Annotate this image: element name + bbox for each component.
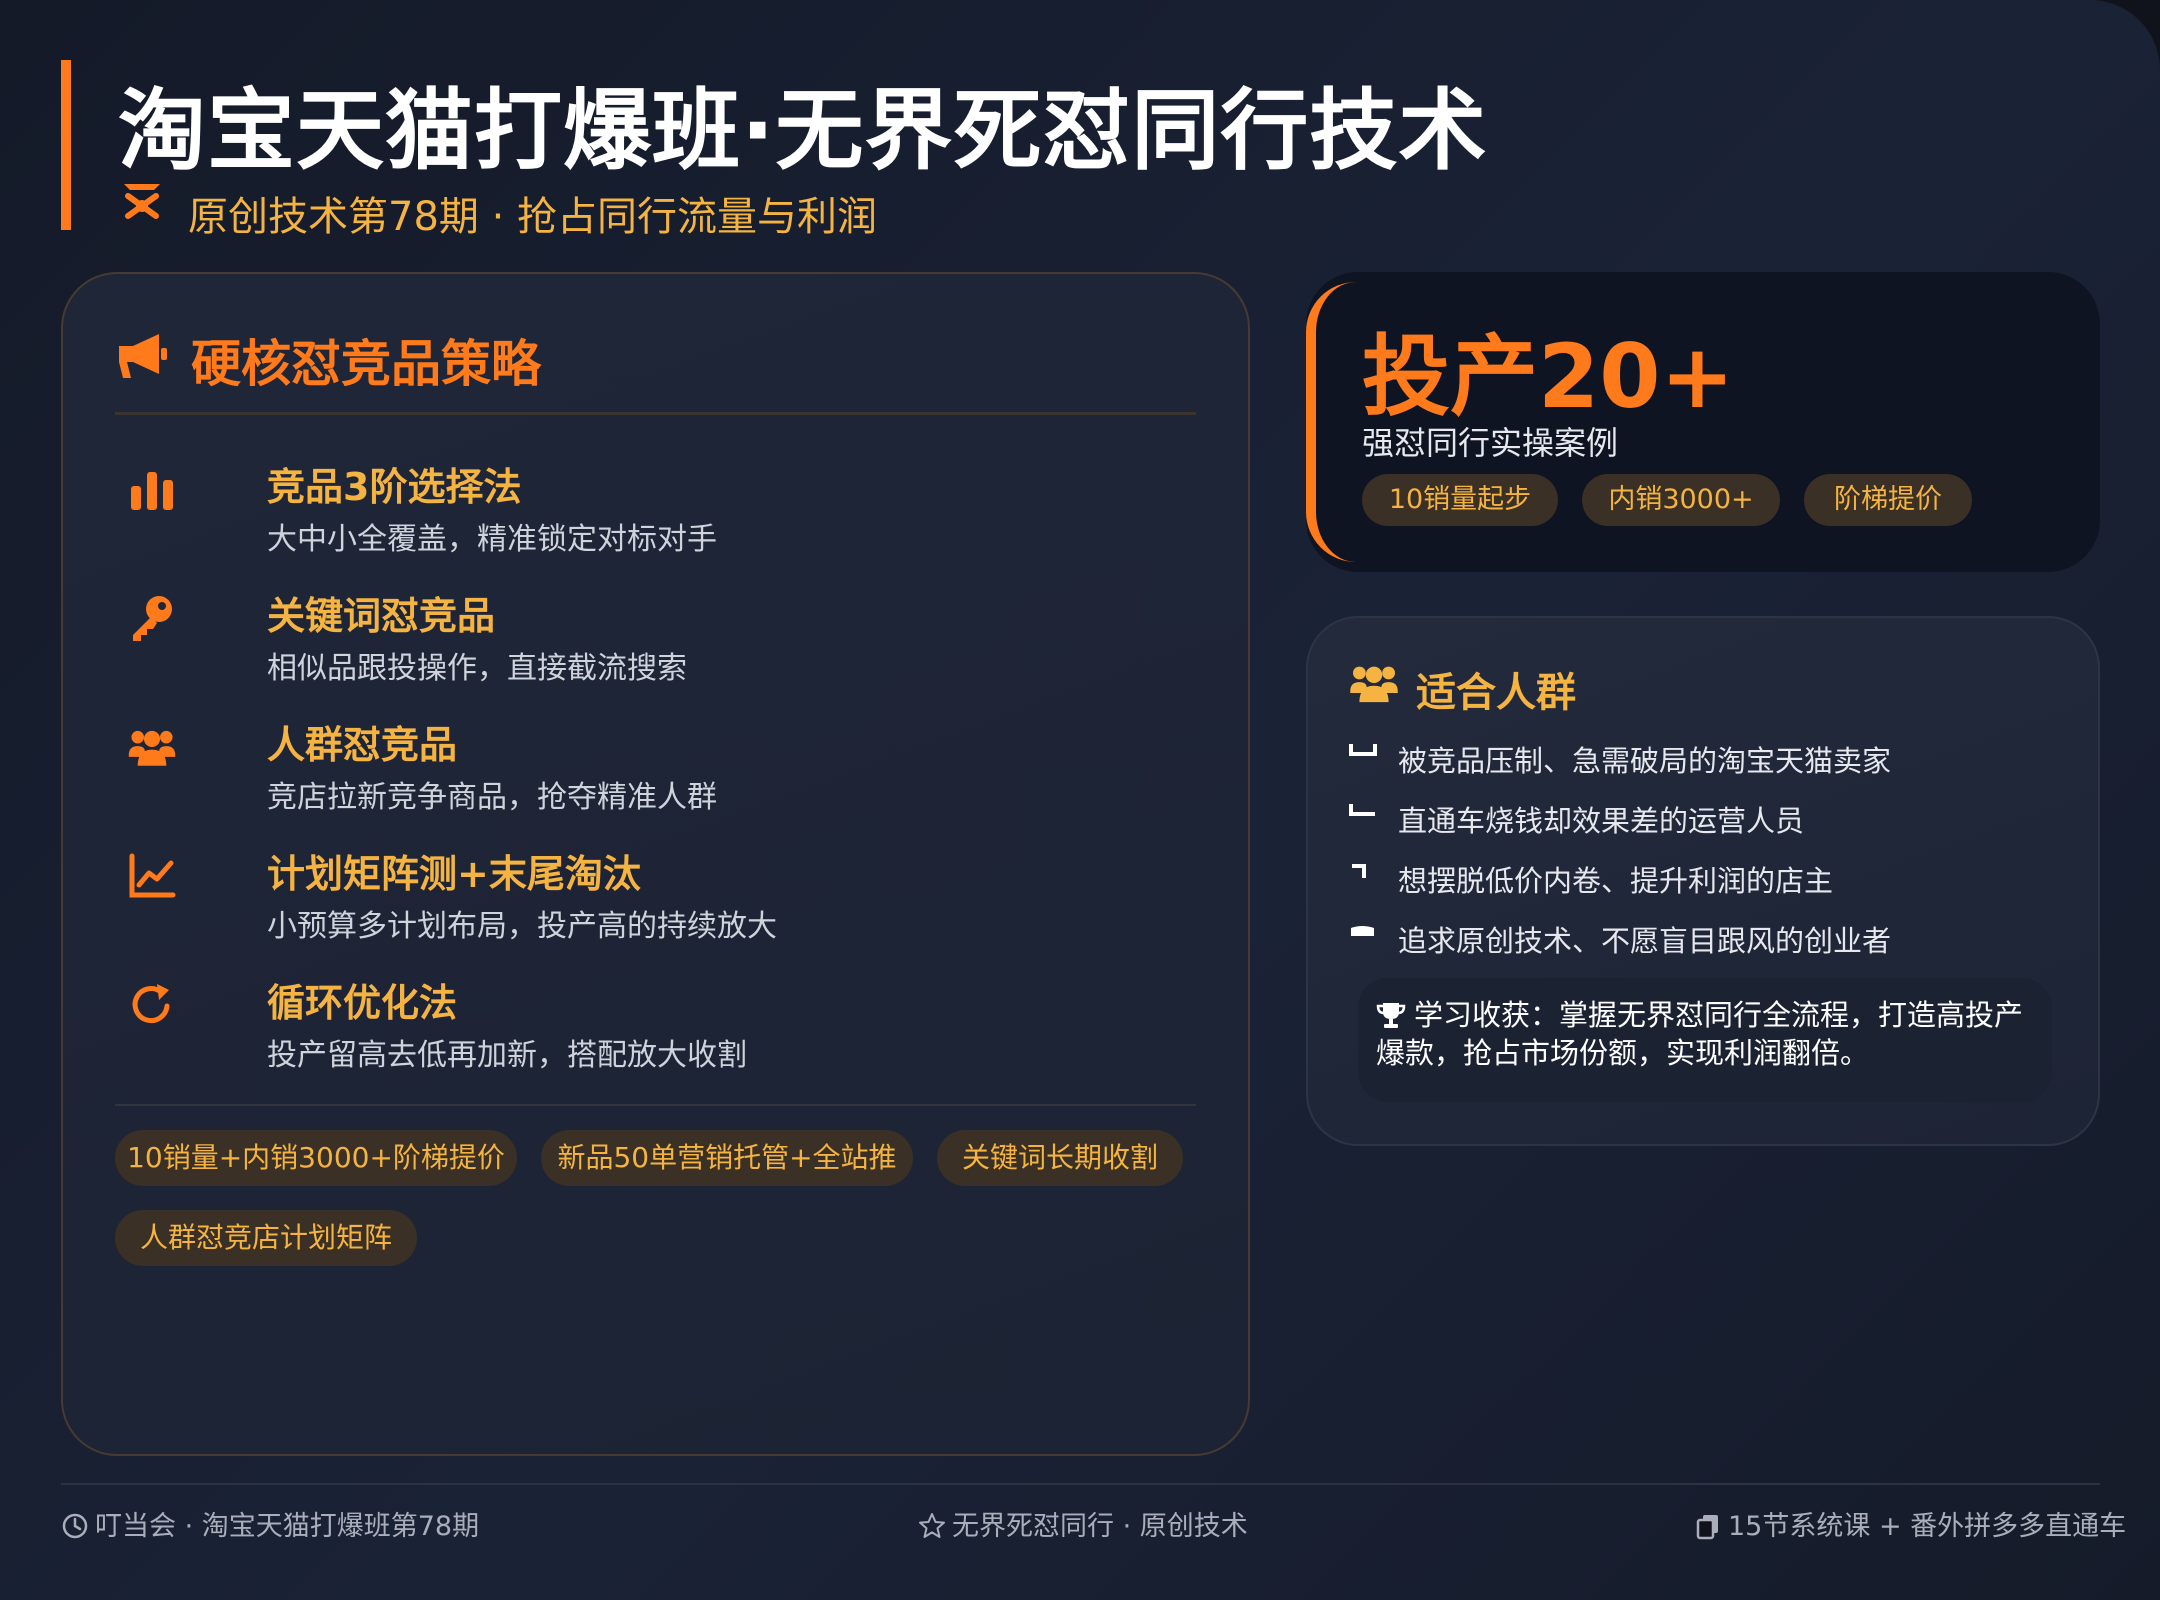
strategy-item: 竞品3阶选择法 大中小全覆盖，精准锁定对标对手 bbox=[115, 456, 1195, 566]
stat-value: 投产20+ bbox=[1362, 325, 1735, 428]
copy-icon bbox=[1696, 1515, 1718, 1540]
audience-card: 适合人群 被竞品压制、急需破局的淘宝天猫卖家 直通车烧钱却效果差的运营人员 想摆… bbox=[1306, 616, 2100, 1146]
strategy-title: 竞品3阶选择法 bbox=[267, 465, 522, 509]
title-accent-bar bbox=[61, 60, 71, 230]
stat-pill: 阶梯提价 bbox=[1804, 474, 1972, 526]
learning-gain-box: 学习收获：掌握无界怼同行全流程，打造高投产爆款，抢占市场份额，实现利润翻倍。 bbox=[1358, 978, 2052, 1102]
audience-item-text: 被竞品压制、急需破局的淘宝天猫卖家 bbox=[1398, 744, 1892, 778]
strategy-title: 关键词怼竞品 bbox=[267, 594, 496, 638]
strategy-desc: 竞店拉新竞争商品，抢夺精准人群 bbox=[267, 780, 717, 815]
bullet-icon bbox=[1349, 804, 1375, 816]
bullet-icon bbox=[1351, 926, 1374, 936]
strategy-desc: 投产留高去低再加新，搭配放大收割 bbox=[267, 1038, 747, 1073]
clock-icon bbox=[62, 1513, 88, 1539]
strategy-tag: 人群怼竞店计划矩阵 bbox=[115, 1210, 417, 1266]
footer-center: 无界死怼同行 · 原创技术 bbox=[918, 1510, 1258, 1544]
users-icon bbox=[128, 730, 176, 766]
strategy-panel-title: 硬核怼竞品策略 bbox=[191, 335, 541, 393]
stat-card: 投产20+ 强怼同行实操案例 10销量起步 内销3000+ 阶梯提价 bbox=[1306, 272, 2100, 572]
footer-left: 叮当会 · 淘宝天猫打爆班第78期 bbox=[61, 1510, 521, 1544]
audience-item-text: 直通车烧钱却效果差的运营人员 bbox=[1398, 804, 1805, 838]
list-item: 被竞品压制、急需破局的淘宝天猫卖家 bbox=[1348, 738, 2068, 778]
medal-icon bbox=[124, 184, 160, 219]
stat-label: 强怼同行实操案例 bbox=[1362, 424, 1619, 462]
strategy-tag: 关键词长期收割 bbox=[937, 1130, 1183, 1186]
footer-center-text: 无界死怼同行 · 原创技术 bbox=[952, 1511, 1248, 1542]
audience-item-text: 想摆脱低价内卷、提升利润的店主 bbox=[1398, 864, 1834, 898]
footer-right: 15节系统课 + 番外拼多多直通车 bbox=[1694, 1510, 2126, 1544]
users-icon bbox=[1350, 666, 1398, 703]
strategy-title: 人群怼竞品 bbox=[267, 723, 458, 767]
audience-title: 适合人群 bbox=[1416, 670, 1576, 716]
audience-item-text: 追求原创技术、不愿盲目跟风的创业者 bbox=[1398, 924, 1892, 958]
star-icon bbox=[919, 1513, 945, 1538]
strategy-tag: 新品50单营销托管+全站推 bbox=[541, 1130, 913, 1186]
strategy-desc: 大中小全覆盖，精准锁定对标对手 bbox=[267, 522, 717, 557]
strategy-item: 人群怼竞品 竞店拉新竞争商品，抢夺精准人群 bbox=[115, 714, 1195, 824]
bullet-icon bbox=[1349, 744, 1377, 756]
footer-right-text: 15节系统课 + 番外拼多多直通车 bbox=[1728, 1511, 2127, 1542]
divider bbox=[115, 1104, 1196, 1106]
strategy-tag: 10销量+内销3000+阶梯提价 bbox=[115, 1130, 517, 1186]
strategy-desc: 小预算多计划布局，投产高的持续放大 bbox=[267, 909, 777, 944]
strategy-item: 计划矩阵测+末尾淘汰 小预算多计划布局，投产高的持续放大 bbox=[115, 843, 1195, 953]
strategy-desc: 相似品跟投操作，直接截流搜索 bbox=[267, 651, 687, 686]
strategy-title: 循环优化法 bbox=[267, 981, 458, 1025]
page-title: 淘宝天猫打爆班·无界死怼同行技术 bbox=[118, 79, 1488, 182]
bar-chart-icon bbox=[131, 472, 173, 510]
page: 淘宝天猫打爆班·无界死怼同行技术 原创技术第78期 · 抢占同行流量与利润 硬核… bbox=[0, 0, 2160, 1600]
strategy-item: 循环优化法 投产留高去低再加新，搭配放大收割 bbox=[115, 972, 1195, 1082]
key-icon bbox=[133, 596, 172, 641]
list-item: 追求原创技术、不愿盲目跟风的创业者 bbox=[1348, 918, 2068, 958]
stat-pill: 10销量起步 bbox=[1362, 474, 1558, 526]
footer-left-text: 叮当会 · 淘宝天猫打爆班第78期 bbox=[95, 1511, 480, 1542]
page-subtitle: 原创技术第78期 · 抢占同行流量与利润 bbox=[188, 194, 878, 240]
strategy-item: 关键词怼竞品 相似品跟投操作，直接截流搜索 bbox=[115, 585, 1195, 695]
line-chart-icon bbox=[129, 853, 176, 898]
footer-divider bbox=[61, 1483, 2100, 1485]
refresh-icon bbox=[132, 984, 170, 1024]
bullet-icon bbox=[1352, 864, 1366, 878]
stat-pill: 内销3000+ bbox=[1582, 474, 1780, 526]
divider bbox=[115, 412, 1196, 415]
learning-gain-text: 学习收获：掌握无界怼同行全流程，打造高投产爆款，抢占市场份额，实现利润翻倍。 bbox=[1376, 998, 2024, 1070]
stat-card-accent bbox=[1306, 282, 1366, 562]
strategy-title: 计划矩阵测+末尾淘汰 bbox=[267, 852, 641, 896]
list-item: 直通车烧钱却效果差的运营人员 bbox=[1348, 798, 2068, 838]
list-item: 想摆脱低价内卷、提升利润的店主 bbox=[1348, 858, 2068, 898]
megaphone-icon bbox=[119, 334, 167, 378]
strategy-panel: 硬核怼竞品策略 竞品3阶选择法 大中小全覆盖，精准锁定对标对手 关键词怼竞品 相… bbox=[61, 272, 1250, 1456]
